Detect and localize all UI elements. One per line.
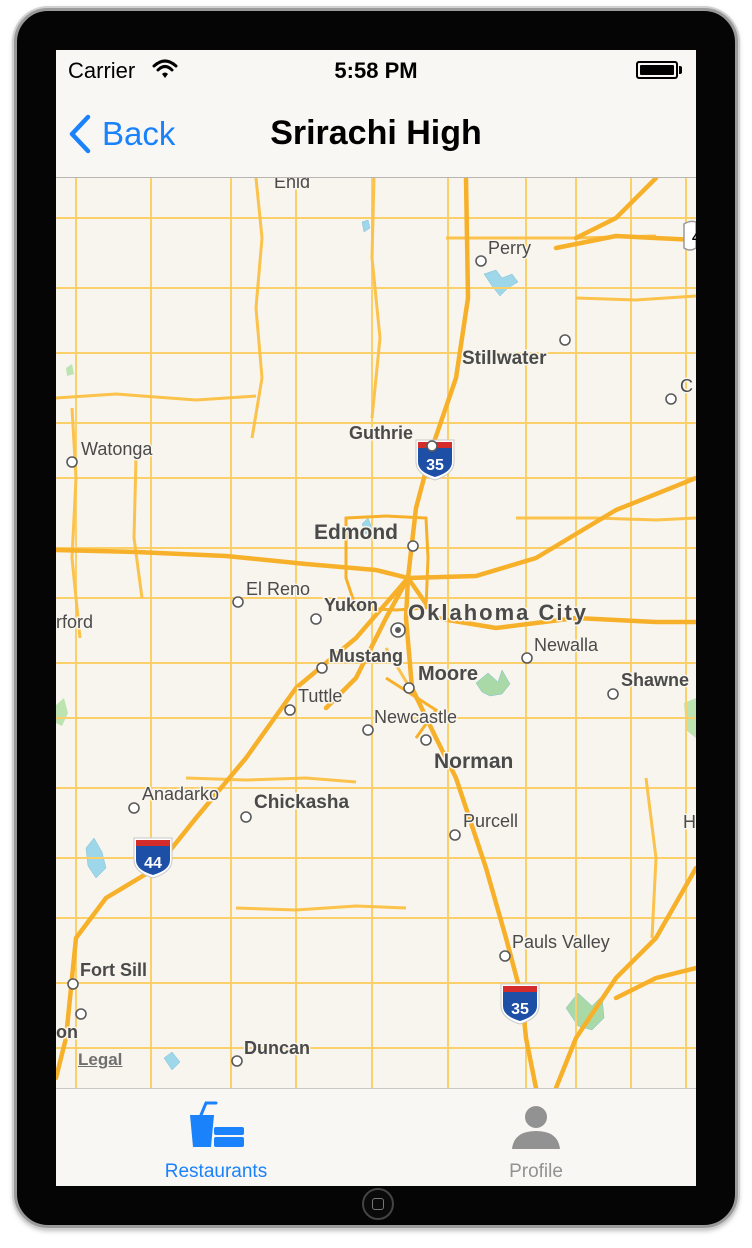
city-label-guthrie: Guthrie <box>349 423 413 443</box>
city-label-newalla: Newalla <box>534 635 599 655</box>
city-label-norman: Norman <box>434 750 513 773</box>
city-label-h: H <box>683 812 696 832</box>
tab-bar: Restaurants Profile <box>56 1088 696 1186</box>
legal-link[interactable]: Legal <box>78 1050 122 1070</box>
city-label-el-reno: El Reno <box>246 579 310 599</box>
clock: 5:58 PM <box>334 58 418 83</box>
tab-profile[interactable]: Profile <box>436 1089 636 1186</box>
city-label-edmond: Edmond <box>314 521 398 544</box>
screen: Carrier 5:58 PM Back Srirachi High 35 44… <box>56 50 696 1186</box>
map-canvas[interactable]: 35 44 35 4 Enid Perry Stillwater Watonga… <box>56 178 696 1088</box>
restaurants-icon <box>190 1101 244 1147</box>
city-label-stillwater: Stillwater <box>462 348 547 369</box>
city-label-yukon: Yukon <box>324 595 378 615</box>
city-label-rford: rford <box>56 612 93 632</box>
city-label-anadarko: Anadarko <box>142 784 219 804</box>
battery-tip <box>679 66 682 74</box>
tab-label-restaurants: Restaurants <box>164 1161 268 1182</box>
svg-text:44: 44 <box>144 855 162 872</box>
tab-label-profile: Profile <box>509 1161 563 1182</box>
us-route-shield: 4 <box>683 220 696 251</box>
city-label-c: C <box>680 376 693 396</box>
city-label-oklahoma-city: Oklahoma City <box>408 600 588 625</box>
city-label-duncan: Duncan <box>244 1038 310 1058</box>
city-label-watonga: Watonga <box>81 439 153 459</box>
profile-icon <box>512 1106 560 1149</box>
city-label-shawne: Shawne <box>621 670 689 690</box>
page-title: Srirachi High <box>270 114 482 152</box>
svg-text:35: 35 <box>426 457 444 474</box>
city-label-perry: Perry <box>488 238 531 258</box>
city-label-enid: Enid <box>274 178 310 192</box>
tab-restaurants[interactable]: Restaurants <box>116 1089 316 1186</box>
city-label-on: on <box>56 1022 78 1042</box>
navigation-bar: Back Srirachi High <box>56 90 696 178</box>
home-button[interactable] <box>362 1188 394 1220</box>
city-label-purcell: Purcell <box>463 811 518 831</box>
svg-text:4: 4 <box>692 229 696 245</box>
battery-icon <box>636 61 678 79</box>
okc-marker <box>390 622 406 638</box>
city-label-newcastle: Newcastle <box>374 707 457 727</box>
city-label-tuttle: Tuttle <box>298 686 342 706</box>
interstate-44-shield: 44 <box>133 837 173 879</box>
city-label-pauls-valley: Pauls Valley <box>512 932 610 952</box>
map-view[interactable]: 35 44 35 4 Enid Perry Stillwater Watonga… <box>56 178 696 1088</box>
city-label-fort-sill: Fort Sill <box>80 960 147 980</box>
city-label-moore: Moore <box>418 663 478 685</box>
city-label-chickasha: Chickasha <box>254 792 349 813</box>
status-bar: Carrier 5:58 PM <box>56 50 696 90</box>
svg-text:35: 35 <box>511 1001 529 1018</box>
interstate-35-shield-south: 35 <box>500 983 540 1025</box>
city-label-mustang: Mustang <box>329 646 403 666</box>
